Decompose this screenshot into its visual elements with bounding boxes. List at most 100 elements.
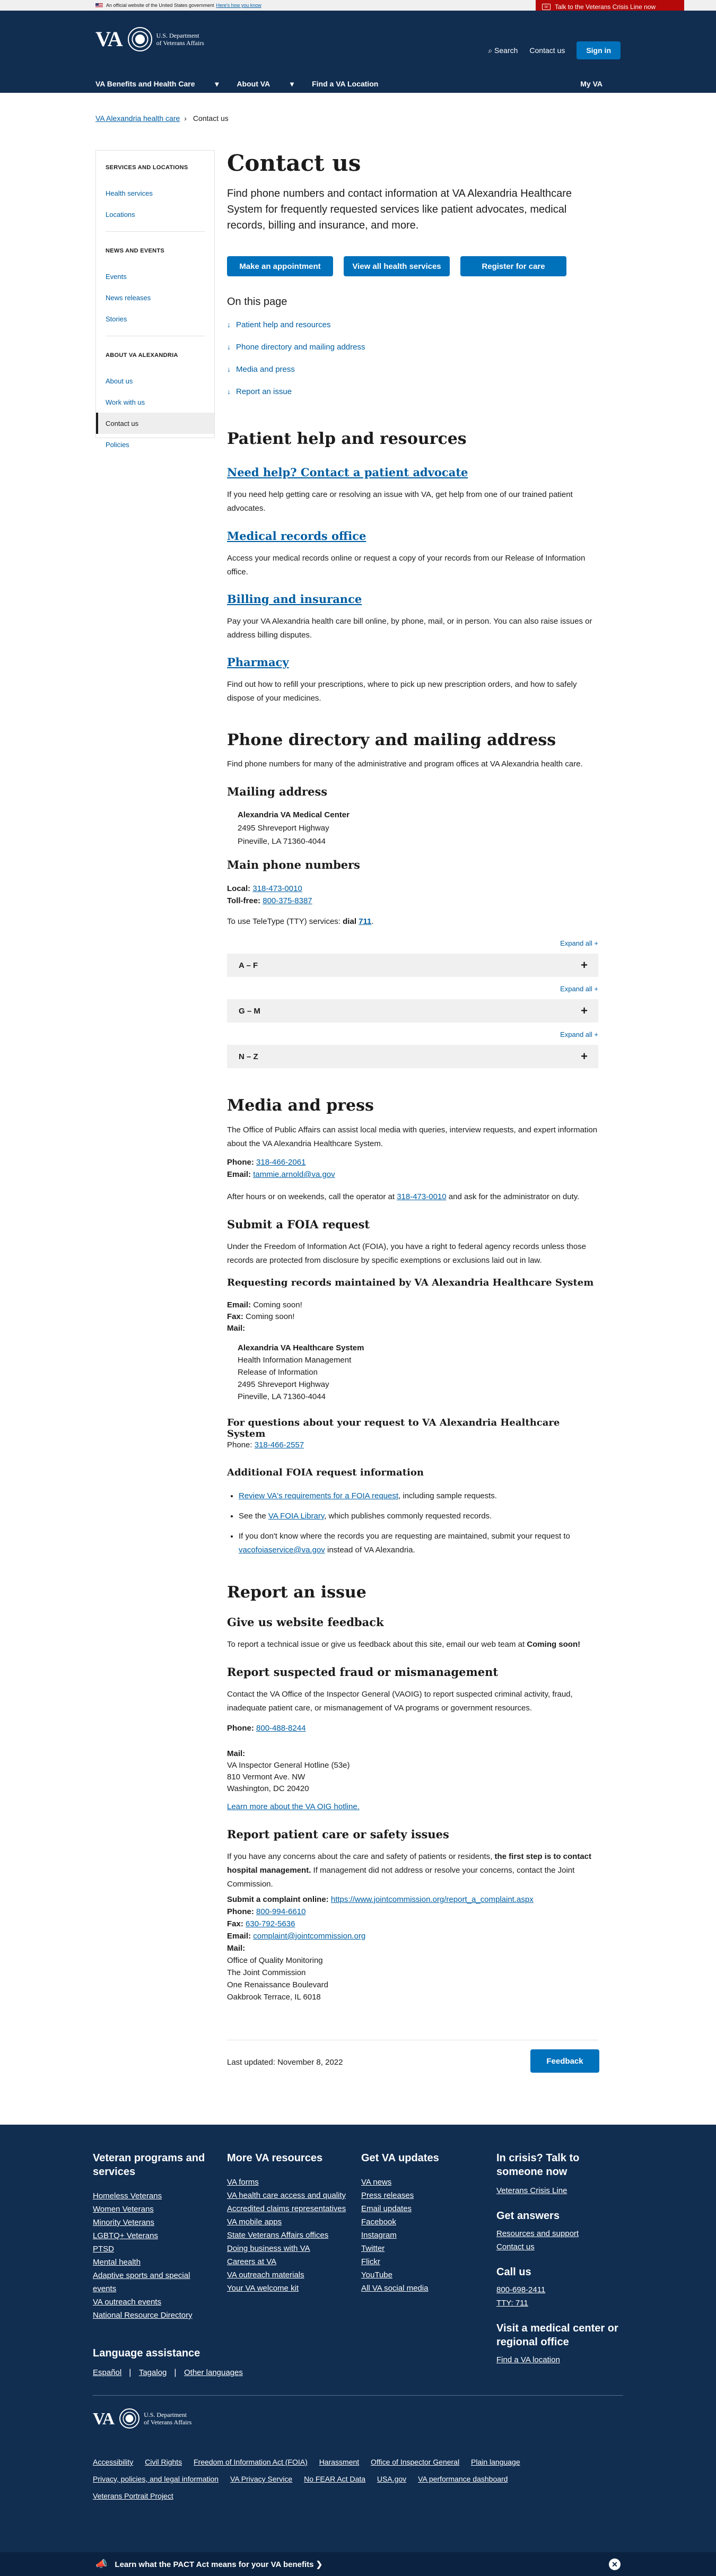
media-contacts: Phone: 318-466-2061 Email: tammie.arnold… [227,1158,335,1179]
sidebar-item-contact-us[interactable]: Contact us [96,413,214,434]
footer-link[interactable]: Press releases [361,2189,483,2202]
sidebar-item-policies[interactable]: Policies [96,434,214,455]
lang-tagalog-link[interactable]: Tagalog [139,2368,167,2377]
footer-link[interactable]: Accessibility [93,2458,133,2466]
sidebar-item-news-releases[interactable]: News releases [96,287,214,308]
register-for-care-button[interactable]: Register for care [460,256,566,276]
footer-link[interactable]: Adaptive sports and special events [93,2269,215,2295]
footer-link[interactable]: PTSD [93,2242,215,2256]
complaint-online-link[interactable]: https://www.jointcommission.org/report_a… [331,1895,534,1904]
tollfree-phone-link[interactable]: 800-375-8387 [263,896,312,905]
footer-link[interactable]: Minority Veterans [93,2216,215,2229]
pact-act-banner[interactable]: 📣 Learn what the PACT Act means for your… [0,2552,716,2576]
otp-link-phone[interactable]: ↓ Phone directory and mailing address [227,343,365,365]
footer-link[interactable]: USA.gov [377,2475,406,2483]
expand-all-button[interactable]: Expand all + [560,1031,598,1038]
footer-va-logo[interactable]: VA U.S. Department of Veterans Affairs [93,2408,191,2429]
footer-link[interactable]: Civil Rights [145,2458,182,2466]
billing-link[interactable]: Billing and insurance [227,592,362,606]
footer-link[interactable]: Doing business with VA [227,2242,349,2255]
footer-link[interactable]: National Resource Directory [93,2309,215,2322]
accordion-a-f[interactable]: A – F + [227,954,598,977]
plus-icon: + [581,958,588,972]
medical-records-link[interactable]: Medical records office [227,529,366,543]
footer-link[interactable]: State Veterans Affairs offices [227,2229,349,2242]
foia-library-link[interactable]: VA FOIA Library [268,1512,324,1521]
local-phone-link[interactable]: 318-473-0010 [252,884,302,893]
va-logo-link[interactable]: VA U.S. Department of Veterans Affairs [95,27,204,51]
crisis-line-link[interactable]: Veterans Crisis Line [496,2184,618,2197]
footer-link[interactable]: Homeless Veterans [93,2189,215,2203]
footer-link[interactable]: Email updates [361,2202,483,2215]
footer-link[interactable]: VA mobile apps [227,2215,349,2229]
patient-advocate-link[interactable]: Need help? Contact a patient advocate [227,466,468,479]
footer-link[interactable]: VA performance dashboard [418,2475,508,2483]
footer-link[interactable]: Twitter [361,2242,483,2255]
footer-link[interactable]: Veterans Portrait Project [93,2492,173,2500]
footer-link[interactable]: Flickr [361,2255,483,2268]
footer-link[interactable]: LGBTQ+ Veterans [93,2229,215,2242]
questions-phone-link[interactable]: 318-466-2557 [255,1440,304,1449]
footer-link[interactable]: Office of Inspector General [371,2458,459,2466]
fraud-title: Report suspected fraud or mismanagement [227,1665,499,1679]
accordion-n-z[interactable]: N – Z + [227,1045,598,1068]
foia-requirements-link[interactable]: Review VA's requirements for a FOIA requ… [239,1491,398,1500]
jc-fax-link[interactable]: 630-792-5636 [246,1919,295,1928]
footer-link[interactable]: Privacy, policies, and legal information [93,2475,219,2483]
operator-phone-link[interactable]: 318-473-0010 [397,1192,446,1201]
sidebar-item-stories[interactable]: Stories [96,308,214,329]
footer-link[interactable]: VA outreach events [93,2295,215,2309]
footer-link[interactable]: VA outreach materials [227,2268,349,2282]
nav-benefits[interactable]: VA Benefits and Health Care ▾ [95,80,219,89]
media-phone-link[interactable]: 318-466-2061 [256,1158,305,1167]
breadcrumb-alexandria[interactable]: VA Alexandria health care [95,114,180,123]
sidebar-item-locations[interactable]: Locations [96,204,214,225]
footer-link[interactable]: Mental health [93,2256,215,2269]
foia-email-link[interactable]: vacofoiaservice@va.gov [239,1545,325,1555]
footer-link[interactable]: YouTube [361,2268,483,2282]
expand-all-button[interactable]: Expand all + [560,939,598,947]
accordion-g-m[interactable]: G – M + [227,999,598,1023]
lang-spanish-link[interactable]: Español [93,2368,121,2377]
footer-link[interactable]: No FEAR Act Data [304,2475,365,2483]
footer-link[interactable]: VA forms [227,2176,349,2189]
footer-link[interactable]: Instagram [361,2229,483,2242]
sidebar-item-work-with-us[interactable]: Work with us [96,391,214,413]
footer-link[interactable]: VA health care access and quality [227,2189,349,2202]
footer-tty-link[interactable]: TTY: 711 [496,2296,618,2310]
feedback-button[interactable]: Feedback [530,2049,599,2073]
otp-link-report[interactable]: ↓ Report an issue [227,387,365,409]
sidebar-item-events[interactable]: Events [96,266,214,287]
make-appointment-button[interactable]: Make an appointment [227,256,333,276]
footer-link[interactable]: All VA social media [361,2282,483,2295]
otp-link-patient[interactable]: ↓ Patient help and resources [227,320,365,343]
footer-link[interactable]: Women Veterans [93,2203,215,2216]
footer-link[interactable]: VA news [361,2176,483,2189]
lang-other-link[interactable]: Other languages [184,2368,243,2377]
fraud-phone-link[interactable]: 800-488-8244 [256,1724,305,1733]
tty-link[interactable]: 711 [359,917,371,926]
jc-phone-link[interactable]: 800-994-6610 [256,1907,305,1916]
footer-link[interactable]: Contact us [496,2240,618,2254]
footer-link[interactable]: Your VA welcome kit [227,2282,349,2295]
footer-link[interactable]: Facebook [361,2215,483,2229]
find-location-link[interactable]: Find a VA location [496,2353,618,2367]
pharmacy-link[interactable]: Pharmacy [227,656,289,669]
sidebar-item-health-services[interactable]: Health services [96,182,214,204]
footer-link[interactable]: Resources and support [496,2227,618,2240]
oig-hotline-link[interactable]: Learn more about the VA OIG hotline. [227,1802,360,1811]
jc-email-link[interactable]: complaint@jointcommission.org [253,1932,365,1941]
sidebar-item-about-us[interactable]: About us [96,370,214,391]
media-email-link[interactable]: tammie.arnold@va.gov [253,1170,335,1179]
otp-link-media[interactable]: ↓ Media and press [227,365,365,387]
footer-link[interactable]: Harassment [319,2458,359,2466]
footer-link[interactable]: VA Privacy Service [230,2475,292,2483]
expand-all-button[interactable]: Expand all + [560,985,598,993]
footer-link[interactable]: Accredited claims representatives [227,2202,349,2215]
footer-link[interactable]: Careers at VA [227,2255,349,2268]
close-icon[interactable]: ✕ [609,2558,621,2570]
view-health-services-button[interactable]: View all health services [344,256,450,276]
footer-link[interactable]: Plain language [471,2458,520,2466]
footer-phone-link[interactable]: 800-698-2411 [496,2283,618,2296]
footer-link[interactable]: Freedom of Information Act (FOIA) [194,2458,308,2466]
